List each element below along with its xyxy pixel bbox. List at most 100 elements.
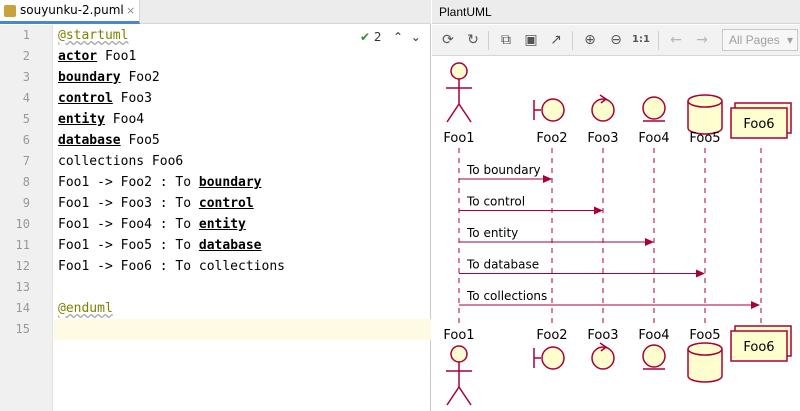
line-number: 15 [15, 322, 30, 336]
database-shape [687, 94, 723, 108]
inspection-count: 2 [373, 30, 382, 44]
line-number: 12 [15, 259, 30, 273]
participant-label: Foo6 [743, 117, 774, 132]
text-token: Foo4 [104, 112, 145, 127]
code-line[interactable] [54, 319, 431, 340]
next-highlight-icon[interactable]: ⌄ [407, 30, 421, 44]
text-token: Foo1 -> Foo4 : To [58, 217, 199, 232]
inspection-widget[interactable]: ✔ 2 ⌃ ⌄ [360, 30, 421, 48]
boundary-shape [541, 98, 565, 122]
line-number: 10 [15, 217, 30, 231]
code-area[interactable]: @startuml actor Foo1 boundary Foo2 control … [54, 25, 431, 411]
editor-tab-bar: souyunku-2.puml × [0, 0, 431, 24]
actor-shape [458, 103, 472, 123]
actor-shape [450, 345, 468, 363]
code-line[interactable]: Foo1 -> Foo4 : To entity [54, 214, 431, 235]
directive-token: @enduml [58, 301, 113, 316]
line-number: 6 [22, 133, 30, 147]
text-token: Foo2 [120, 70, 160, 85]
inspection-check-icon: ✔ [360, 30, 371, 44]
line-number: 3 [22, 70, 30, 84]
message-label: To entity [466, 226, 518, 240]
code-line[interactable]: boundary Foo2 [54, 67, 431, 88]
participant-label: Foo4 [638, 328, 669, 343]
zoom-out-icon[interactable]: ⊖ [606, 30, 626, 50]
plantuml-toolbar: ⟳ ↻ ⧉ ▣ ↗ ⊕ ⊖ 1:1 ← → All Pages ▾ [432, 25, 800, 56]
pages-select[interactable]: All Pages ▾ [722, 29, 798, 51]
keyword-token: entity [198, 217, 246, 232]
participant-label: Foo5 [689, 131, 720, 146]
open-external-icon[interactable]: ↗ [546, 30, 566, 50]
boundary-shape [541, 346, 565, 370]
line-number: 11 [15, 238, 30, 252]
close-tab-icon[interactable]: × [126, 0, 135, 21]
arrow-head [751, 301, 760, 309]
keyword-token: control [198, 196, 254, 211]
prev-highlight-icon[interactable]: ⌃ [385, 30, 403, 44]
line-number-gutter: 1 2 3 4 5 6 7 8 9 10 11 12 13 14 15 [0, 25, 53, 411]
line-number: 13 [15, 280, 30, 294]
code-line[interactable]: database Foo5 [54, 130, 431, 151]
keyword-token: actor [58, 49, 98, 64]
arrow-head [696, 269, 705, 278]
entity-shape [642, 96, 666, 120]
code-line[interactable] [54, 277, 431, 298]
chevron-down-icon: ▾ [786, 33, 793, 47]
line-number: 2 [22, 49, 30, 63]
keyword-token: database [58, 133, 121, 148]
line-number: 8 [22, 175, 30, 189]
code-line[interactable]: Foo1 -> Foo5 : To database [54, 235, 431, 256]
code-line[interactable]: @enduml [54, 298, 431, 319]
code-line[interactable]: Foo1 -> Foo3 : To control [54, 193, 431, 214]
refresh-icon[interactable]: ⟳ [438, 30, 458, 50]
code-line[interactable]: Foo1 -> Foo6 : To collections [54, 256, 431, 277]
message-label: To collections [466, 289, 547, 303]
participant-label: Foo3 [587, 131, 618, 146]
database-shape [687, 342, 723, 356]
participant-label: Foo1 [443, 131, 474, 146]
file-tab[interactable]: souyunku-2.puml × [0, 0, 140, 24]
line-number: 7 [22, 154, 30, 168]
puml-file-icon [4, 5, 16, 17]
back-icon[interactable]: ← [666, 30, 686, 50]
participant-label: Foo2 [536, 328, 567, 343]
keyword-token: boundary [58, 70, 121, 85]
code-line[interactable]: entity Foo4 [54, 109, 431, 130]
message-label: To boundary [466, 163, 541, 177]
actor-shape [446, 103, 460, 123]
participant-label: Foo1 [443, 328, 474, 343]
keyword-token: control [58, 91, 113, 106]
entity-shape [642, 344, 666, 368]
copy-icon[interactable]: ⧉ [496, 30, 516, 50]
participant-label: Foo5 [689, 328, 720, 343]
actor-shape [450, 62, 468, 80]
arrow-head [594, 206, 603, 215]
code-line[interactable]: control Foo3 [54, 88, 431, 109]
diagram-canvas: Foo1 Foo1 Foo2 Foo2 Foo3 Foo3 Foo4 Foo4 Foo5 Foo5… [432, 56, 800, 411]
plantuml-tool-window: PlantUML ⟳ ↻ ⧉ ▣ ↗ ⊕ ⊖ 1:1 ← → All Pages… [432, 0, 800, 411]
text-token: Foo5 [120, 133, 160, 148]
keyword-token: database [198, 238, 262, 253]
line-number: 14 [15, 301, 30, 315]
participant-label: Foo3 [587, 328, 618, 343]
save-icon[interactable]: ▣ [521, 30, 541, 50]
line-number: 5 [22, 112, 30, 126]
code-line[interactable]: collections Foo6 [54, 151, 431, 172]
line-number: 1 [22, 28, 30, 42]
arrow-head [645, 238, 654, 246]
forward-icon[interactable]: → [692, 30, 712, 50]
code-line[interactable]: actor Foo1 [54, 46, 431, 67]
text-token: Foo3 [112, 91, 152, 106]
participant-label: Foo4 [638, 131, 669, 146]
code-line[interactable]: Foo1 -> Foo2 : To boundary [54, 172, 431, 193]
actual-size-icon[interactable]: 1:1 [631, 30, 651, 50]
zoom-in-icon[interactable]: ⊕ [580, 30, 600, 50]
reload-icon[interactable]: ↻ [463, 30, 483, 50]
actor-shape [458, 386, 472, 406]
sequence-diagram: Foo1 Foo1 Foo2 Foo2 Foo3 Foo3 Foo4 Foo4 Foo5 Foo5… [443, 62, 792, 406]
line-number: 9 [22, 196, 30, 210]
message-label: To database [466, 258, 539, 272]
line-number: 4 [22, 91, 30, 105]
keyword-token: boundary [198, 175, 262, 190]
pages-select-value: All Pages [729, 33, 780, 47]
